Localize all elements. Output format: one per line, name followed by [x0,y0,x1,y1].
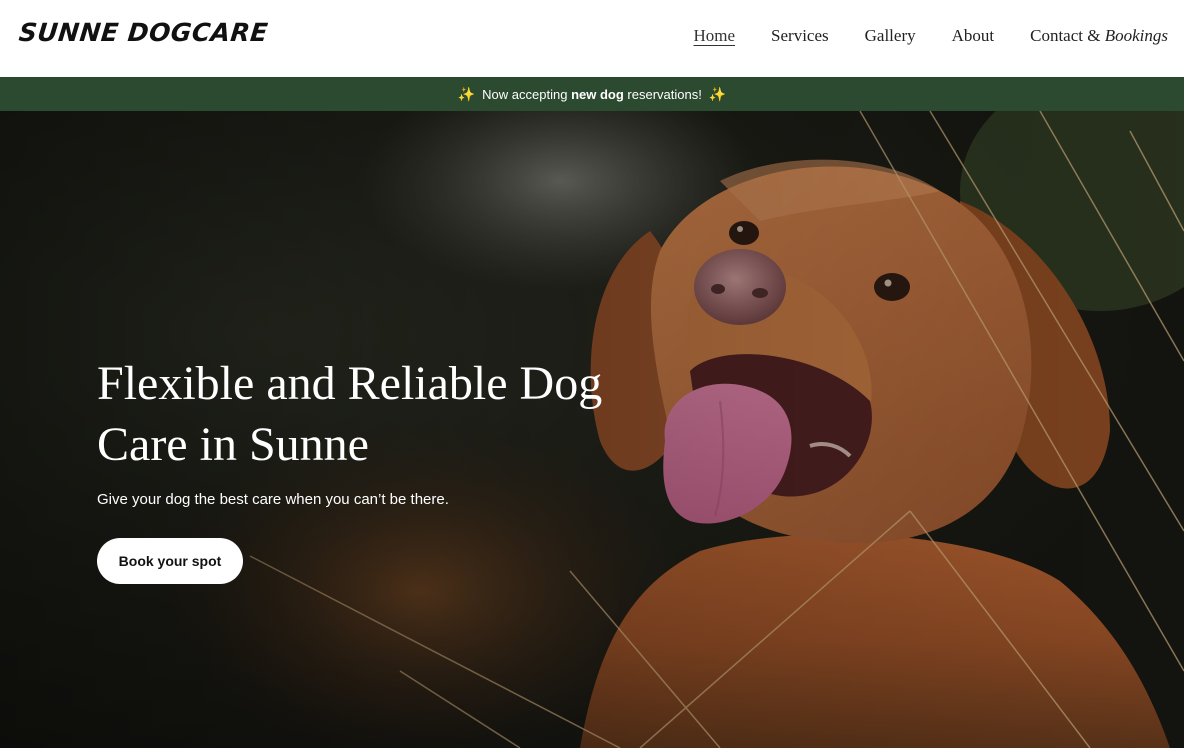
nav-contact-suffix: Bookings [1104,26,1168,45]
nav-contact-bookings[interactable]: Contact & Bookings [1030,26,1168,46]
nav-gallery[interactable]: Gallery [865,26,916,46]
main-nav: Home Services Gallery About Contact & Bo… [693,26,1168,46]
banner-text-bold: new dog [571,86,624,102]
nav-services[interactable]: Services [771,26,829,46]
hero-title: Flexible and Reliable Dog Care in Sunne [97,357,603,471]
banner-text-before: Now accepting [482,86,568,102]
hero-section: Flexible and Reliable Dog Care in Sunne … [0,111,1184,748]
nav-contact-prefix: Contact & [1030,26,1101,45]
book-your-spot-button[interactable]: Book your spot [97,538,243,584]
site-header: SUNNE DOGCARE Home Services Gallery Abou… [0,0,1184,77]
sparkles-icon: ✨ [457,85,476,102]
sparkles-icon: ✨ [708,85,727,102]
nav-home[interactable]: Home [693,26,735,46]
hero-subtitle: Give your dog the best care when you can… [97,491,449,508]
nav-about[interactable]: About [952,26,995,46]
announcement-banner: ✨ Now accepting new dog reservations! ✨ [0,77,1184,111]
site-logo[interactable]: SUNNE DOGCARE [17,18,269,47]
banner-text: Now accepting new dog reservations! [482,87,702,102]
banner-text-after: reservations! [627,86,702,102]
